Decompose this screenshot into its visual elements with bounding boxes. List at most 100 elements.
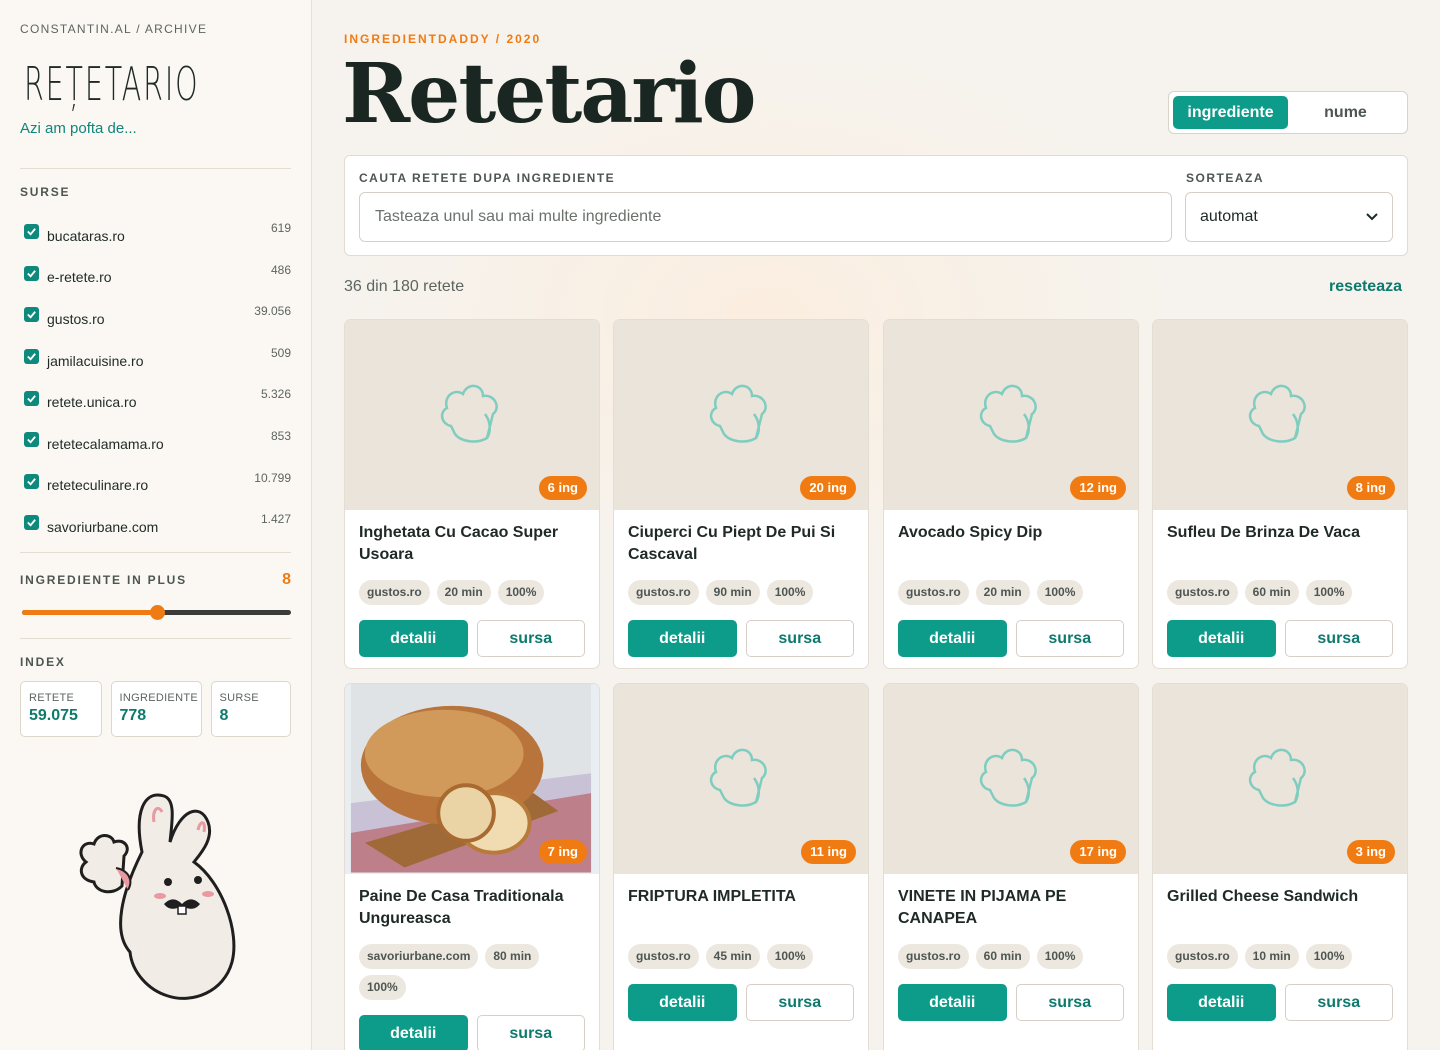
stat-recipes: RETETE 59.075 bbox=[20, 680, 102, 737]
ingredient-search-input[interactable] bbox=[359, 192, 1172, 242]
source-item[interactable]: savoriurbane.com 1.427 bbox=[20, 502, 291, 544]
check-icon bbox=[27, 311, 36, 320]
match-chip: 100% bbox=[1305, 580, 1353, 605]
details-button[interactable]: detalii bbox=[628, 620, 737, 657]
sort-select[interactable]: automat bbox=[1185, 192, 1393, 242]
check-icon bbox=[27, 353, 36, 361]
checkbox[interactable] bbox=[24, 515, 39, 531]
recipe-title[interactable]: Grilled Cheese Sandwich bbox=[1167, 886, 1393, 930]
source-name: bucataras.ro bbox=[47, 227, 125, 244]
time-chip: 10 min bbox=[1244, 944, 1299, 969]
match-chip: 100% bbox=[766, 580, 814, 605]
reset-link[interactable]: reseteaza bbox=[1329, 278, 1402, 296]
source-item[interactable]: bucataras.ro 619 bbox=[20, 211, 291, 253]
recipe-card[interactable]: 3 ing Grilled Cheese Sandwich gustos.ro 10 … bbox=[1152, 683, 1408, 1050]
source-item[interactable]: retetecalamama.ro 853 bbox=[20, 419, 291, 461]
recipe-title[interactable]: Ciuperci Cu Piept De Pui Si Cascaval bbox=[628, 522, 854, 566]
details-button[interactable]: detalii bbox=[898, 620, 1007, 657]
details-button[interactable]: detalii bbox=[1167, 984, 1276, 1021]
recipe-image[interactable]: 7 ing bbox=[345, 684, 599, 874]
recipe-title[interactable]: Inghetata Cu Cacao Super Usoara bbox=[359, 522, 585, 566]
source-count: 853 bbox=[270, 428, 291, 443]
logo[interactable]: REȚETARIO bbox=[20, 52, 291, 116]
details-button[interactable]: detalii bbox=[898, 984, 1007, 1021]
checkbox[interactable] bbox=[24, 307, 39, 323]
breadcrumb[interactable]: CONSTANTIN.AL / ARCHIVE bbox=[20, 22, 291, 36]
ingredients-plus-value: 8 bbox=[282, 570, 291, 588]
source-item[interactable]: jamilacuisine.ro 509 bbox=[20, 336, 291, 378]
source-button[interactable]: sursa bbox=[1015, 620, 1124, 657]
results-count: 36 din 180 retete bbox=[344, 278, 465, 295]
recipe-card[interactable]: 6 ing Inghetata Cu Cacao Super Usoara gust… bbox=[344, 319, 600, 669]
details-button[interactable]: detalii bbox=[359, 1015, 468, 1050]
recipe-card[interactable]: 8 ing Sufleu De Brinza De Vaca gustos.ro 60… bbox=[1152, 319, 1408, 669]
checkbox[interactable] bbox=[24, 224, 39, 240]
check-icon bbox=[27, 519, 36, 528]
time-chip: 20 min bbox=[975, 580, 1030, 605]
match-chip: 100% bbox=[1305, 944, 1353, 969]
source-item[interactable]: gustos.ro 39.056 bbox=[20, 294, 291, 336]
image-placeholder bbox=[437, 376, 507, 455]
source-button[interactable]: sursa bbox=[745, 984, 854, 1021]
toggle-name[interactable]: nume bbox=[1288, 96, 1403, 129]
sort-label: SORTEAZA bbox=[1186, 171, 1264, 185]
source-count: 486 bbox=[270, 262, 291, 277]
recipe-card[interactable]: 7 ing Paine De Casa Traditionala Ungureas… bbox=[344, 683, 600, 1050]
source-button[interactable]: sursa bbox=[476, 620, 585, 657]
check-icon bbox=[27, 394, 36, 403]
source-button[interactable]: sursa bbox=[1284, 620, 1393, 657]
source-chip: gustos.ro bbox=[359, 580, 430, 605]
stat-label: INGREDIENTE bbox=[119, 691, 198, 704]
recipe-image[interactable]: 8 ing bbox=[1153, 320, 1407, 510]
checkbox[interactable] bbox=[24, 265, 39, 281]
source-button[interactable]: sursa bbox=[1015, 984, 1124, 1021]
recipe-title[interactable]: Avocado Spicy Dip bbox=[898, 522, 1124, 566]
source-item[interactable]: e-retete.ro 486 bbox=[20, 253, 291, 295]
recipe-image[interactable]: 17 ing bbox=[884, 684, 1138, 874]
recipe-image[interactable]: 20 ing bbox=[614, 320, 868, 510]
source-button[interactable]: sursa bbox=[745, 620, 854, 657]
details-button[interactable]: detalii bbox=[628, 984, 737, 1021]
recipe-title[interactable]: VINETE IN PIJAMA PE CANAPEA bbox=[898, 886, 1124, 930]
source-chip: gustos.ro bbox=[1167, 944, 1238, 969]
recipe-image[interactable]: 12 ing bbox=[884, 320, 1138, 510]
details-button[interactable]: detalii bbox=[1167, 620, 1276, 657]
source-item[interactable]: retete.unica.ro 5.326 bbox=[20, 377, 291, 419]
recipe-image[interactable]: 11 ing bbox=[614, 684, 868, 874]
card-actions: detalii sursa bbox=[628, 984, 854, 1021]
checkbox[interactable] bbox=[24, 473, 39, 489]
card-actions: detalii sursa bbox=[628, 620, 854, 657]
recipe-card[interactable]: 20 ing Ciuperci Cu Piept De Pui Si Cascav… bbox=[613, 319, 869, 669]
source-count: 1.427 bbox=[260, 512, 291, 527]
recipe-image[interactable]: 3 ing bbox=[1153, 684, 1407, 874]
match-chip: 100% bbox=[359, 975, 406, 1000]
slider-thumb[interactable] bbox=[150, 604, 165, 620]
recipe-image[interactable]: 6 ing bbox=[345, 320, 599, 510]
recipe-meta: gustos.ro 60 min 100% bbox=[898, 944, 1124, 969]
toggle-ingredients[interactable]: ingrediente bbox=[1173, 96, 1288, 129]
chef-hat-icon bbox=[440, 384, 498, 443]
match-chip: 100% bbox=[766, 944, 814, 969]
card-actions: detalii sursa bbox=[359, 620, 585, 657]
recipe-card[interactable]: 17 ing VINETE IN PIJAMA PE CANAPEA gustos.… bbox=[883, 683, 1139, 1050]
bunny-chef-illustration bbox=[79, 793, 236, 1000]
source-button[interactable]: sursa bbox=[476, 1015, 585, 1050]
chef-hat-icon bbox=[1248, 748, 1306, 807]
recipe-title[interactable]: Sufleu De Brinza De Vaca bbox=[1167, 522, 1393, 566]
details-button[interactable]: detalii bbox=[359, 620, 468, 657]
checkbox[interactable] bbox=[24, 432, 39, 448]
recipe-meta: gustos.ro 10 min 100% bbox=[1167, 944, 1393, 969]
time-chip: 60 min bbox=[1244, 580, 1299, 605]
checkbox[interactable] bbox=[24, 390, 39, 406]
checkbox[interactable] bbox=[24, 349, 39, 365]
recipe-title[interactable]: Paine De Casa Traditionala Ungureasca bbox=[359, 886, 585, 930]
recipe-card[interactable]: 12 ing Avocado Spicy Dip gustos.ro 20 min 10… bbox=[883, 319, 1139, 669]
source-button[interactable]: sursa bbox=[1284, 984, 1393, 1021]
source-item[interactable]: reteteculinare.ro 10.799 bbox=[20, 461, 291, 503]
stat-sources: SURSE 8 bbox=[210, 680, 291, 737]
card-actions: detalii sursa bbox=[1167, 984, 1393, 1021]
ingredient-count-badge: 20 ing bbox=[800, 476, 856, 500]
ingredients-slider[interactable] bbox=[20, 604, 291, 620]
recipe-card[interactable]: 11 ing FRIPTURA IMPLETITA gustos.ro 45 min 1… bbox=[613, 683, 869, 1050]
recipe-title[interactable]: FRIPTURA IMPLETITA bbox=[628, 886, 854, 930]
